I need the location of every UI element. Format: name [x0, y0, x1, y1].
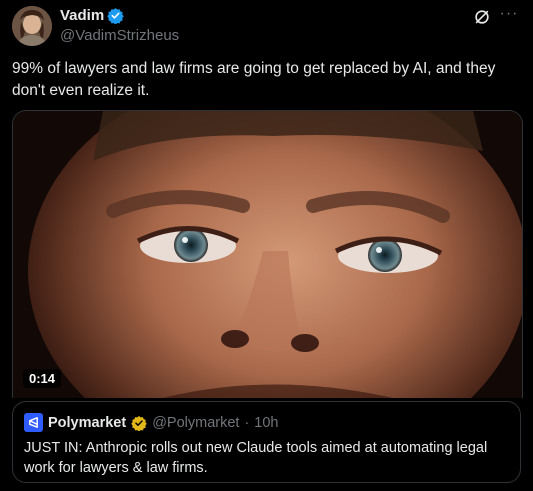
tweet-text: 99% of lawyers and law firms are going t… — [12, 60, 496, 99]
quoted-timestamp[interactable]: 10h — [254, 415, 278, 431]
avatar-image — [12, 6, 52, 46]
author-name[interactable]: Vadim — [60, 7, 104, 24]
avatar[interactable] — [12, 6, 52, 46]
grok-icon[interactable] — [473, 8, 491, 26]
video-duration: 0:14 — [23, 369, 62, 388]
more-options-button[interactable]: ··· — [499, 6, 519, 26]
quoted-separator: · — [244, 414, 250, 431]
video-thumbnail — [13, 111, 522, 398]
polymarket-logo-icon — [24, 413, 43, 432]
tweet-header: Vadim @VadimStrizheus ··· — [12, 6, 521, 46]
video-media[interactable]: 0:14 — [12, 110, 523, 398]
quoted-tweet[interactable]: Polymarket @Polymarket · 10h JUST IN: An… — [12, 401, 521, 483]
quoted-author-handle[interactable]: @Polymarket — [152, 415, 239, 431]
quoted-text: JUST IN: Anthropic rolls out new Claude … — [24, 440, 488, 476]
quoted-author-name[interactable]: Polymarket — [48, 415, 126, 431]
author-handle[interactable]: @VadimStrizheus — [60, 27, 179, 44]
verified-gold-badge-icon — [131, 415, 147, 431]
verified-badge-icon — [107, 8, 124, 24]
